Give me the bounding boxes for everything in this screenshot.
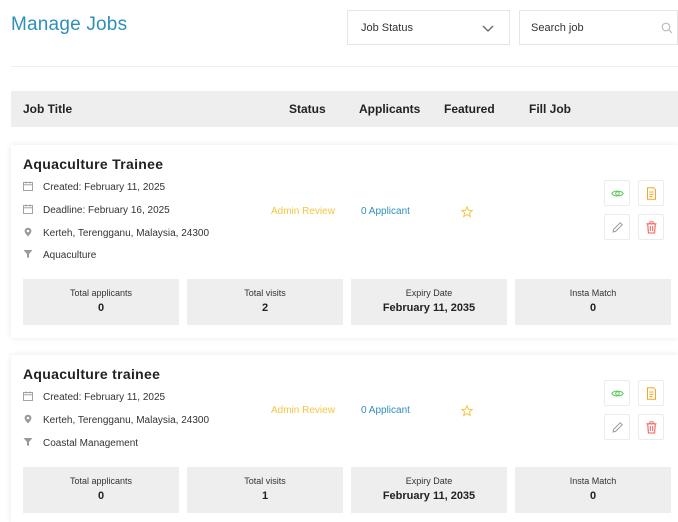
trash-icon bbox=[646, 221, 657, 234]
document-icon bbox=[647, 187, 656, 200]
filter-icon bbox=[23, 250, 33, 259]
job-location: Kerteh, Terengganu, Malaysia, 24300 bbox=[23, 414, 209, 428]
job-created: Created: February 11, 2025 bbox=[23, 391, 165, 405]
stat-label: Insta Match bbox=[569, 476, 617, 486]
job-actions bbox=[604, 380, 669, 444]
document-button[interactable] bbox=[638, 180, 664, 206]
trash-icon bbox=[646, 421, 657, 434]
job-card: Aquaculture Trainee Created: February 11… bbox=[11, 145, 678, 338]
column-status: Status bbox=[289, 102, 326, 116]
stat-value: 0 bbox=[589, 302, 597, 314]
column-featured: Featured bbox=[444, 102, 495, 116]
page-title: Manage Jobs bbox=[11, 14, 128, 35]
stat-total-visits: Total visits 1 bbox=[187, 467, 343, 513]
column-applicants: Applicants bbox=[359, 102, 421, 116]
job-category-text: Coastal Management bbox=[43, 438, 139, 449]
job-stats: Total applicants 0 Total visits 2 Expiry… bbox=[23, 279, 671, 325]
job-title: Aquaculture Trainee bbox=[23, 156, 164, 172]
edit-button[interactable] bbox=[604, 214, 630, 240]
stat-label: Expiry Date bbox=[405, 476, 453, 486]
job-status-select[interactable]: Job Status bbox=[347, 10, 510, 45]
eye-icon bbox=[611, 190, 624, 197]
stat-value: 1 bbox=[261, 490, 269, 502]
column-fill-job: Fill Job bbox=[529, 102, 571, 116]
pencil-icon bbox=[612, 222, 623, 233]
status-badge: Admin Review bbox=[271, 405, 335, 416]
jobs-table-header: Job Title Status Applicants Featured Fil… bbox=[11, 91, 678, 127]
stat-total-visits: Total visits 2 bbox=[187, 279, 343, 325]
filter-icon bbox=[23, 438, 33, 447]
job-category: Coastal Management bbox=[23, 437, 138, 451]
job-created-text: Created: February 11, 2025 bbox=[43, 392, 166, 403]
chevron-down-icon bbox=[482, 25, 494, 32]
stat-insta-match: Insta Match 0 bbox=[515, 279, 671, 325]
job-category-text: Aquaculture bbox=[43, 250, 97, 261]
stat-insta-match: Insta Match 0 bbox=[515, 467, 671, 513]
view-button[interactable] bbox=[604, 380, 630, 406]
calendar-icon bbox=[23, 181, 33, 191]
document-icon bbox=[647, 387, 656, 400]
view-button[interactable] bbox=[604, 180, 630, 206]
stat-label: Total visits bbox=[244, 476, 286, 486]
job-title: Aquaculture trainee bbox=[23, 366, 161, 382]
location-pin-icon bbox=[24, 227, 32, 237]
stat-label: Total applicants bbox=[69, 476, 133, 486]
stat-label: Insta Match bbox=[569, 288, 617, 298]
stat-value: 0 bbox=[97, 490, 105, 502]
job-location-text: Kerteh, Terengganu, Malaysia, 24300 bbox=[43, 228, 210, 239]
delete-button[interactable] bbox=[638, 214, 664, 240]
job-deadline-text: Deadline: February 16, 2025 bbox=[43, 205, 170, 216]
calendar-icon bbox=[23, 391, 33, 401]
page-header: Manage Jobs Job Status Search job bbox=[0, 0, 678, 66]
search-icon[interactable] bbox=[661, 22, 673, 34]
status-badge: Admin Review bbox=[271, 206, 335, 217]
job-deadline: Deadline: February 16, 2025 bbox=[23, 204, 170, 218]
stat-value: 0 bbox=[589, 490, 597, 502]
calendar-icon bbox=[23, 204, 33, 214]
job-category: Aquaculture bbox=[23, 249, 96, 263]
search-input[interactable]: Search job bbox=[519, 10, 678, 45]
document-button[interactable] bbox=[638, 380, 664, 406]
job-created: Created: February 11, 2025 bbox=[23, 181, 165, 195]
job-location: Kerteh, Terengganu, Malaysia, 24300 bbox=[23, 227, 209, 241]
job-card: Aquaculture trainee Created: February 11… bbox=[11, 355, 678, 522]
eye-icon bbox=[611, 390, 624, 397]
applicants-link[interactable]: 0 Applicant bbox=[361, 405, 410, 416]
pencil-icon bbox=[612, 422, 623, 433]
edit-button[interactable] bbox=[604, 414, 630, 440]
job-status-select-label: Job Status bbox=[361, 22, 413, 34]
manage-jobs-page: Manage Jobs Job Status Search job Job Ti… bbox=[0, 0, 678, 522]
stat-total-applicants: Total applicants 0 bbox=[23, 279, 179, 325]
applicants-link[interactable]: 0 Applicant bbox=[361, 206, 410, 217]
job-created-text: Created: February 11, 2025 bbox=[43, 182, 166, 193]
header-divider bbox=[11, 66, 678, 67]
search-placeholder: Search job bbox=[531, 22, 584, 34]
job-actions bbox=[604, 180, 669, 244]
stat-expiry-date: Expiry Date February 11, 2035 bbox=[351, 467, 507, 513]
stat-value: February 11, 2035 bbox=[382, 302, 476, 314]
stat-label: Expiry Date bbox=[405, 288, 453, 298]
stat-expiry-date: Expiry Date February 11, 2035 bbox=[351, 279, 507, 325]
column-job-title: Job Title bbox=[23, 102, 73, 116]
job-stats: Total applicants 0 Total visits 1 Expiry… bbox=[23, 467, 671, 513]
job-location-text: Kerteh, Terengganu, Malaysia, 24300 bbox=[43, 415, 210, 426]
delete-button[interactable] bbox=[638, 414, 664, 440]
stat-value: February 11, 2035 bbox=[382, 490, 476, 502]
stat-value: 2 bbox=[261, 302, 269, 314]
stat-value: 0 bbox=[97, 302, 105, 314]
stat-label: Total visits bbox=[244, 288, 286, 298]
star-outline-icon[interactable] bbox=[461, 405, 473, 417]
stat-total-applicants: Total applicants 0 bbox=[23, 467, 179, 513]
location-pin-icon bbox=[24, 414, 32, 424]
star-outline-icon[interactable] bbox=[461, 206, 473, 218]
stat-label: Total applicants bbox=[69, 288, 133, 298]
